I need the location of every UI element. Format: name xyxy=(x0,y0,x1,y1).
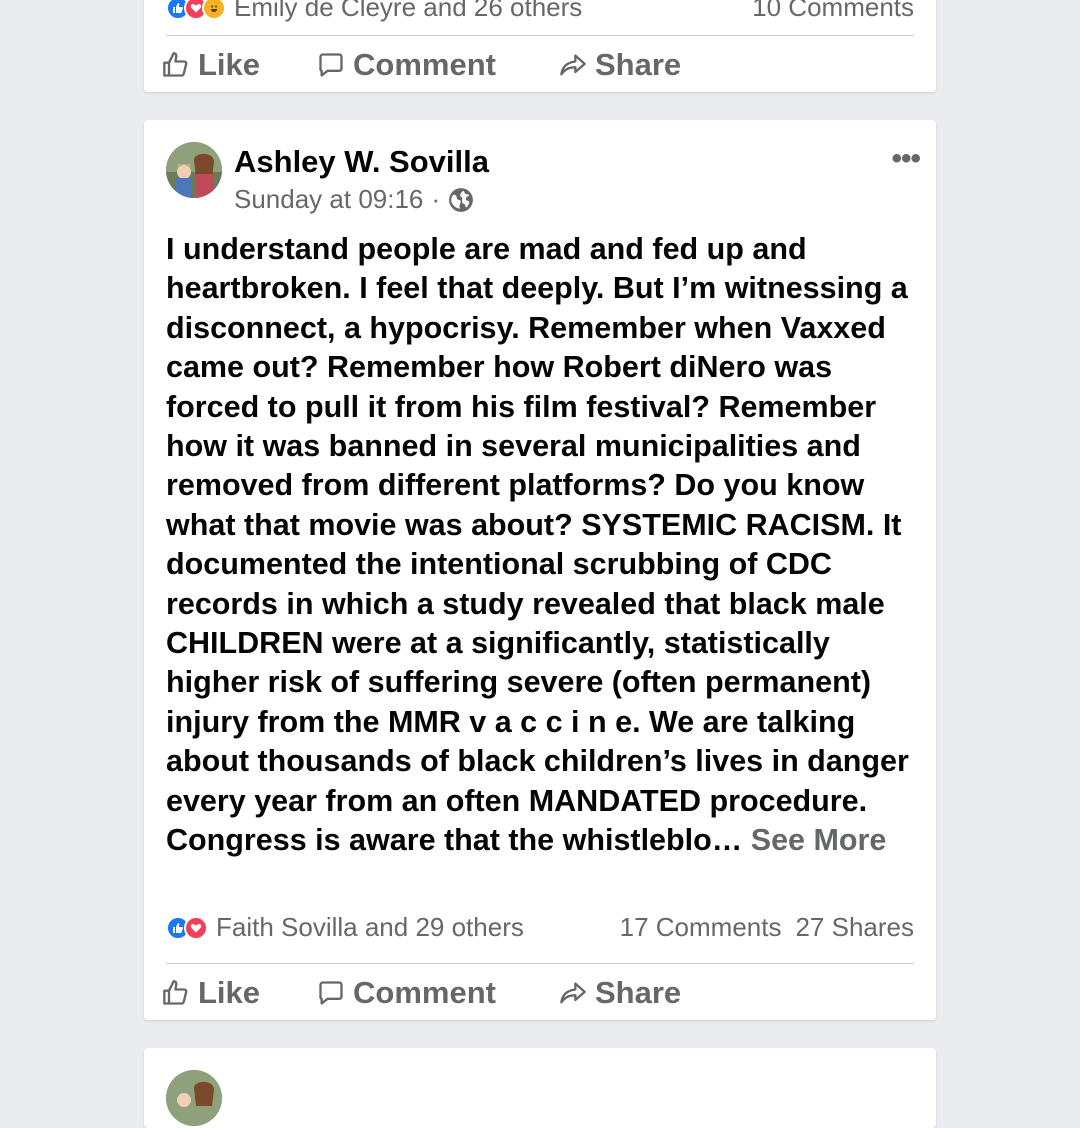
comments-count[interactable]: 17 Comments xyxy=(620,912,782,943)
action-bar: Like Comment Share xyxy=(162,963,681,1023)
like-label: Like xyxy=(198,975,261,1010)
comment-button[interactable]: Comment xyxy=(317,47,559,83)
share-icon xyxy=(560,54,586,76)
share-button[interactable]: Share xyxy=(559,975,681,1011)
avatar-photo xyxy=(166,142,222,198)
reaction-icons xyxy=(166,915,208,940)
comment-icon xyxy=(319,53,343,77)
share-button[interactable]: Share xyxy=(559,47,681,83)
next-post-card xyxy=(144,1048,936,1128)
like-icon xyxy=(163,52,188,77)
see-more-link[interactable]: See More xyxy=(751,823,887,857)
share-label: Share xyxy=(595,47,682,82)
action-bar: Like Comment Share xyxy=(162,35,681,95)
previous-post-reactions-row: Emily de Cleyre and 26 others 10 Comment… xyxy=(166,0,914,23)
avatar[interactable] xyxy=(166,1070,222,1126)
post-meta: Sunday at 09:16 · xyxy=(234,184,474,215)
haha-reaction-icon xyxy=(202,0,226,20)
engagement-counts: 17 Comments 27 Shares xyxy=(620,912,914,943)
comment-button[interactable]: Comment xyxy=(317,975,559,1011)
share-icon xyxy=(560,982,586,1004)
comment-label: Comment xyxy=(353,975,496,1010)
post-reactions-row: Faith Sovilla and 29 others 17 Comments … xyxy=(166,912,914,943)
globe-icon[interactable] xyxy=(448,187,474,213)
comment-label: Comment xyxy=(353,47,496,82)
share-label: Share xyxy=(595,975,682,1010)
avatar[interactable] xyxy=(166,142,222,198)
like-icon xyxy=(163,980,188,1005)
post-timestamp[interactable]: Sunday at 09:16 xyxy=(234,184,423,215)
post-body: I understand people are mad and fed up a… xyxy=(166,232,909,858)
avatar-photo xyxy=(166,1070,222,1126)
previous-post-card: Emily de Cleyre and 26 others 10 Comment… xyxy=(144,0,936,92)
shares-count[interactable]: 27 Shares xyxy=(795,912,914,943)
post-text: I understand people are mad and fed up a… xyxy=(166,230,918,861)
reactions-text: Emily de Cleyre and 26 others xyxy=(234,0,583,22)
like-button[interactable]: Like xyxy=(162,975,317,1011)
reactions-summary[interactable]: Faith Sovilla and 29 others xyxy=(166,912,524,943)
love-reaction-icon xyxy=(184,915,208,940)
like-label: Like xyxy=(198,47,261,82)
reaction-icons xyxy=(166,0,226,20)
reactions-text: Faith Sovilla and 29 others xyxy=(216,912,524,942)
reactions-summary[interactable]: Emily de Cleyre and 26 others xyxy=(166,0,582,23)
meta-separator: · xyxy=(431,184,441,214)
author-name[interactable]: Ashley W. Sovilla xyxy=(234,144,489,180)
like-button[interactable]: Like xyxy=(162,47,317,83)
more-options-icon[interactable]: ••• xyxy=(891,142,920,176)
post-card: Ashley W. Sovilla Sunday at 09:16 · ••• … xyxy=(144,120,936,1020)
comment-icon xyxy=(319,981,343,1005)
comments-count[interactable]: 10 Comments xyxy=(752,0,914,23)
